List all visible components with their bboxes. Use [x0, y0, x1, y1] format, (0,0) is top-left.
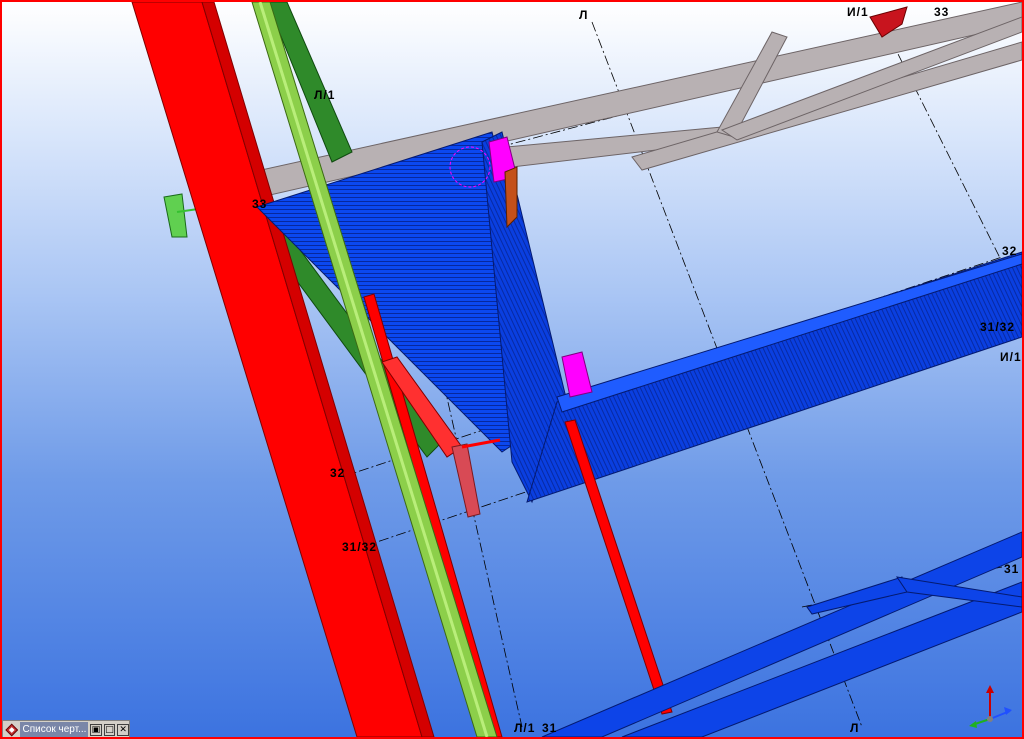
grid-label-l-top: Л	[579, 8, 589, 22]
maximize-icon[interactable]: □	[103, 723, 116, 736]
grid-label-33-top: 33	[934, 5, 950, 19]
grid-label-32-right: 32	[1002, 244, 1018, 258]
grid-label-l1-bottom: Л/1	[514, 721, 536, 735]
grid-label-31-32-left: 31/32	[342, 540, 378, 554]
3d-viewport[interactable]: Л И/1 33 Л/1 33 32 31/32 И/1 32 31/32 31…	[0, 0, 1024, 739]
grid-label-i1-top: И/1	[847, 5, 869, 19]
grid-label-l-bottom: Л	[850, 721, 860, 735]
grid-label-31-right: 31	[1004, 562, 1020, 576]
window-title[interactable]: Список черт...	[20, 722, 89, 737]
close-icon[interactable]: ✕	[117, 723, 129, 736]
model-scene[interactable]	[2, 2, 1022, 737]
beam-plate[interactable]	[561, 351, 593, 398]
bracket[interactable]	[504, 166, 518, 229]
grid-label-32-left: 32	[330, 466, 346, 480]
grid-label-33-left: 33	[252, 197, 268, 211]
minimized-drawing-list-window[interactable]: Список черт... ▣ □ ✕	[2, 720, 130, 737]
grid-label-i1-right: И/1	[1000, 350, 1022, 364]
app-icon	[5, 723, 19, 736]
grid-label-31-32-right: 31/32	[980, 320, 1016, 334]
grid-label-31-bottom: 31	[542, 721, 558, 735]
axis-gizmo-icon	[969, 685, 1012, 728]
restore-icon[interactable]: ▣	[90, 723, 102, 736]
grid-label-l1-upper: Л/1	[314, 88, 336, 102]
